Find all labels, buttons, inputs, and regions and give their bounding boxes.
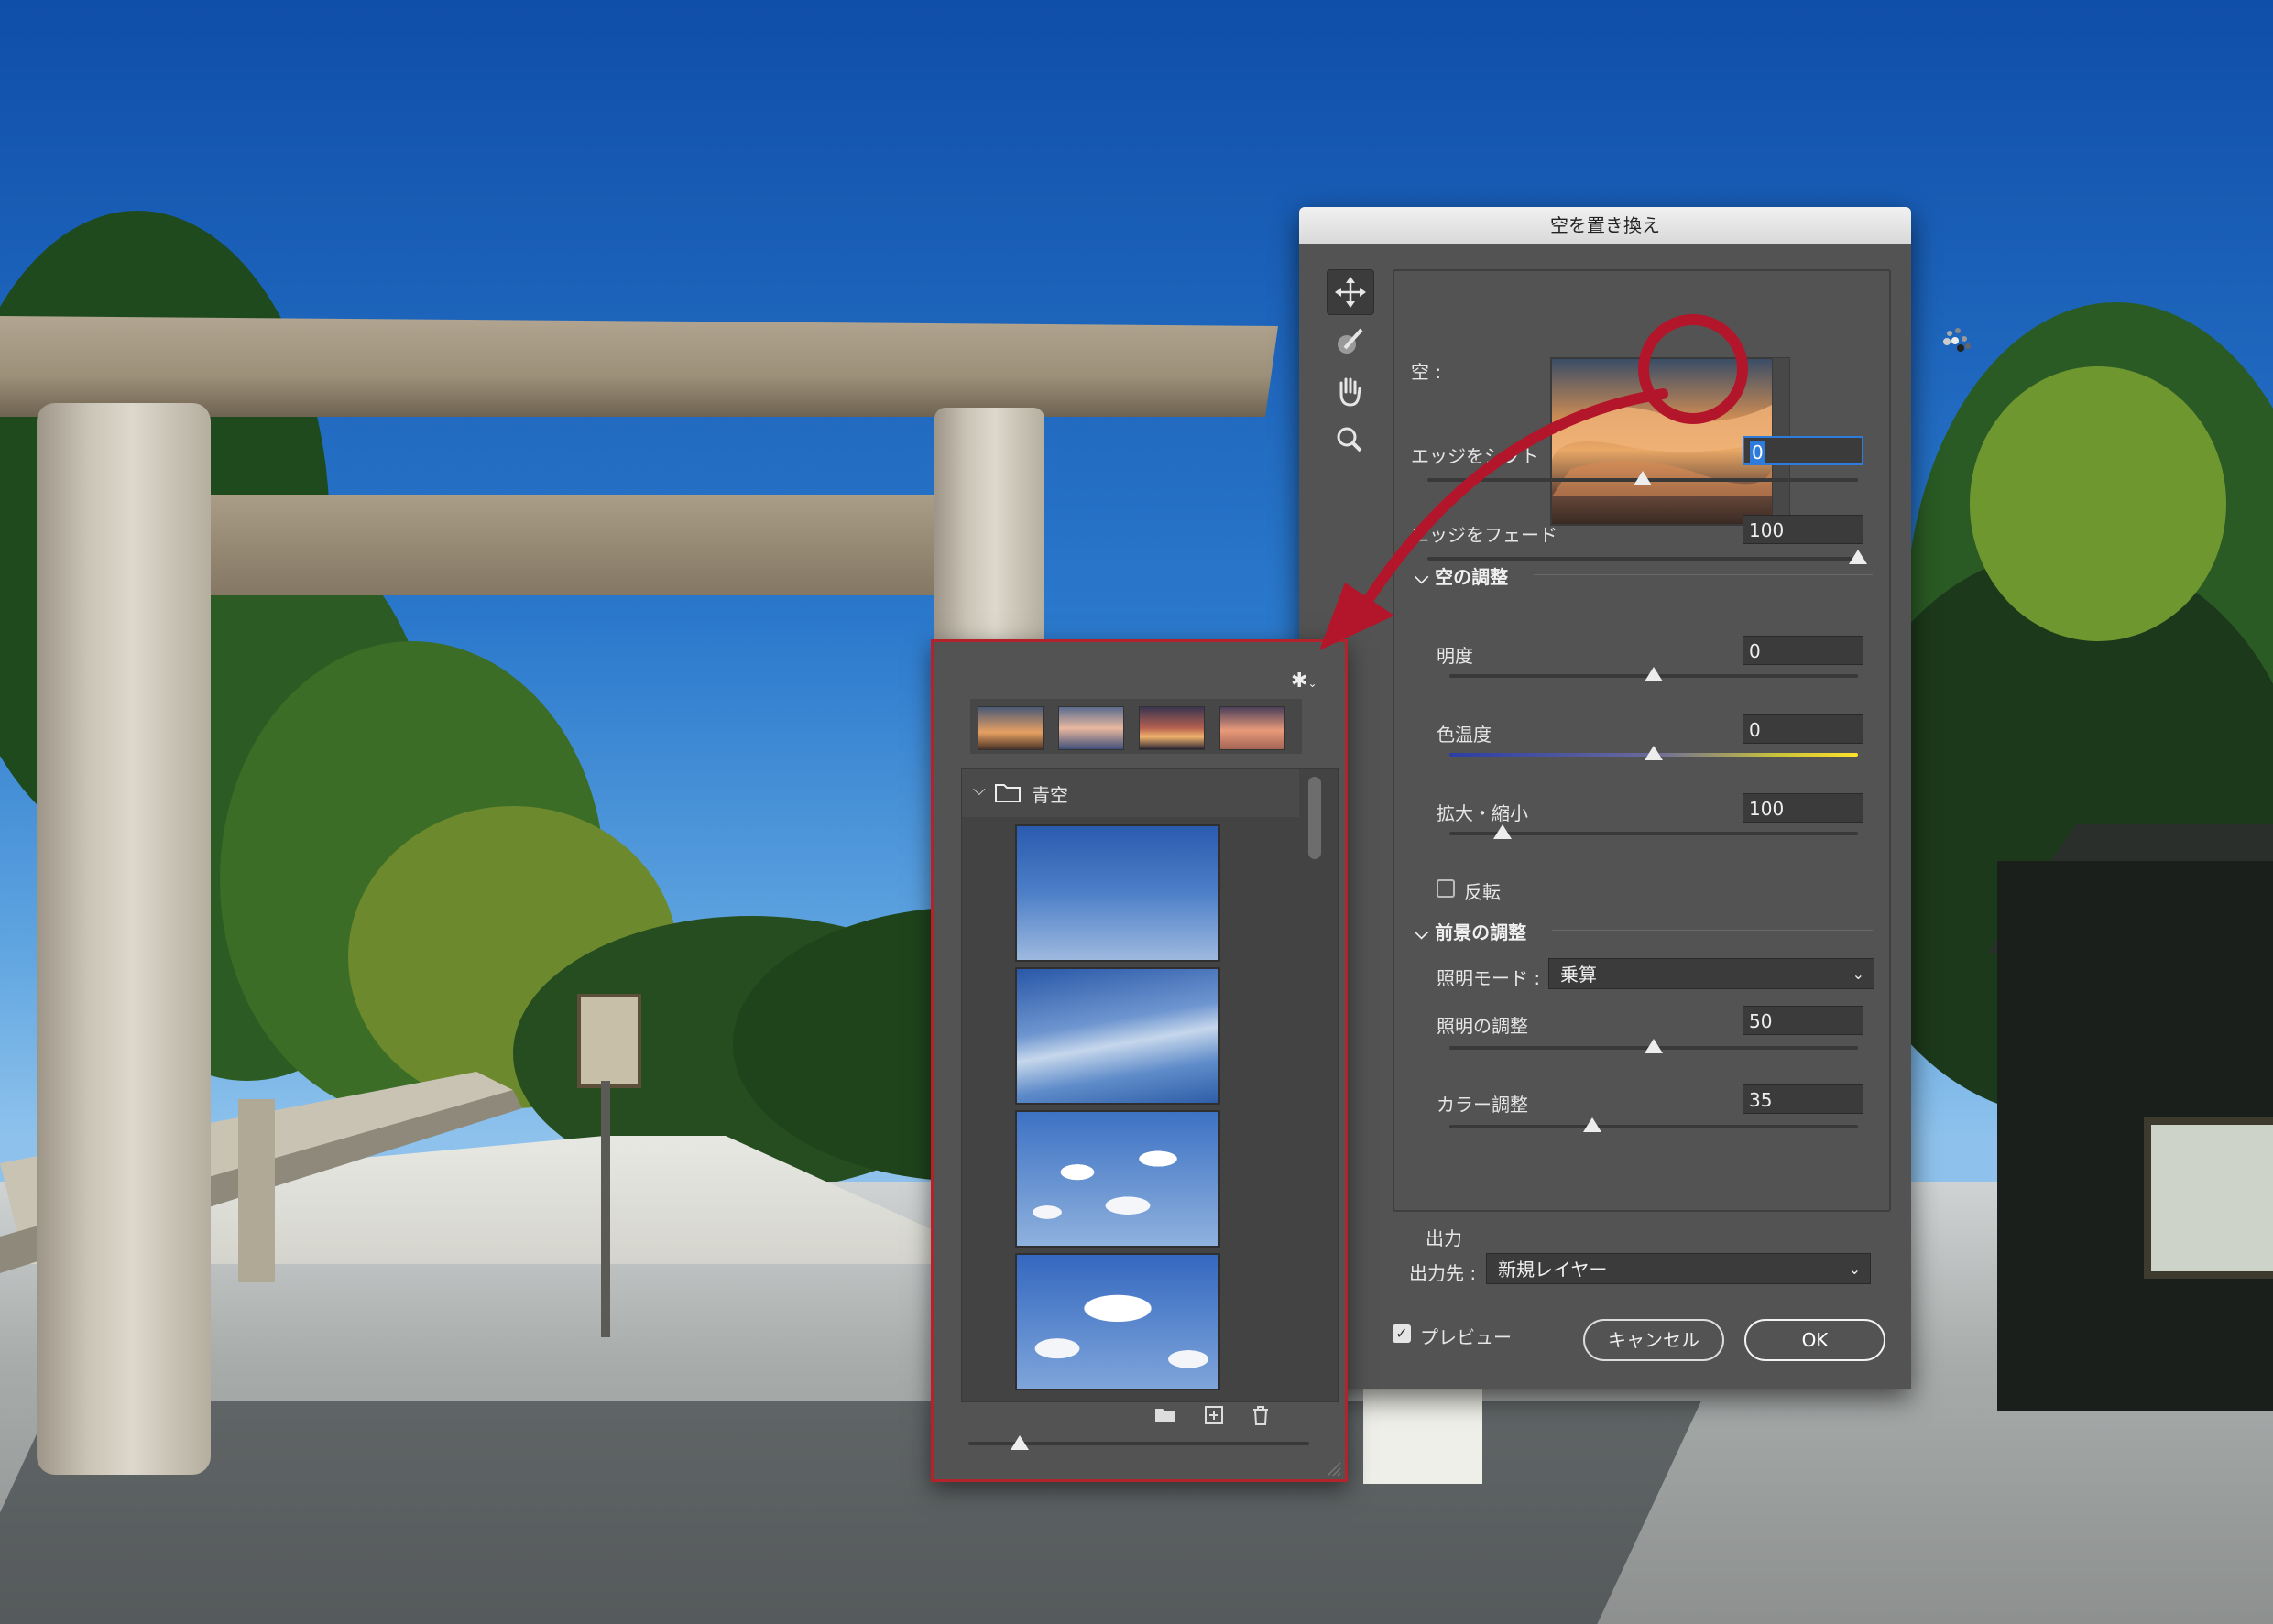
dialog-title: 空を置き換え: [1299, 207, 1911, 244]
recent-sky-thumbnail[interactable]: [1139, 706, 1205, 750]
folder-icon: [995, 784, 1021, 802]
torii-pillar-left: [37, 403, 211, 1475]
temperature-slider-thumb[interactable]: [1645, 746, 1663, 760]
sky-presets-popup: ✱⌄ ⌵ 青空: [931, 639, 1348, 1482]
recent-sky-thumbnail[interactable]: [1219, 706, 1285, 750]
new-item-icon[interactable]: [1203, 1404, 1227, 1426]
flip-label: 反転: [1464, 881, 1501, 903]
output-heading: 出力: [1426, 1227, 1462, 1249]
gear-icon[interactable]: ✱⌄: [1291, 670, 1317, 692]
preview-checkbox[interactable]: ✓: [1393, 1324, 1411, 1343]
brightness-slider-thumb[interactable]: [1645, 667, 1663, 681]
sky-preset-thumbnail[interactable]: [1015, 1110, 1220, 1248]
recent-sky-thumbnail[interactable]: [978, 706, 1044, 750]
scale-slider-thumb[interactable]: [1492, 824, 1512, 839]
recent-skies-strip: [970, 699, 1302, 754]
lighting-mode-select[interactable]: 乗算 ⌄: [1548, 958, 1874, 989]
lighting-adjust-slider-thumb[interactable]: [1645, 1039, 1663, 1053]
recent-sky-thumbnail[interactable]: [1058, 706, 1124, 750]
move-icon[interactable]: [1327, 269, 1374, 315]
ok-button[interactable]: OK: [1744, 1319, 1885, 1361]
chevron-down-icon: ⌵: [1415, 921, 1436, 943]
flip-checkbox[interactable]: [1437, 879, 1455, 898]
sky-preset-list: ⌵ 青空: [961, 768, 1339, 1402]
sign-post-board: [577, 994, 641, 1088]
annotation-circle: [1638, 314, 1748, 424]
output-dest-select[interactable]: 新規レイヤー ⌄: [1486, 1253, 1871, 1284]
sign-post: [601, 1081, 610, 1337]
preview-label: プレビュー: [1420, 1326, 1512, 1348]
divider: [1552, 930, 1873, 931]
folder-row[interactable]: ⌵ 青空: [962, 769, 1299, 817]
chevron-down-icon: ⌄: [1848, 1260, 1861, 1278]
edge-fade-slider-thumb[interactable]: [1849, 550, 1867, 564]
foreground-adjust-heading: 前景の調整: [1435, 921, 1527, 943]
loading-indicator-icon: [1943, 328, 1971, 352]
chevron-down-icon: ⌄: [1852, 965, 1864, 983]
edge-shift-input[interactable]: 0: [1743, 436, 1863, 465]
sky-preset-thumbnail[interactable]: [1015, 967, 1220, 1105]
torii-top-beam: [0, 316, 1278, 417]
scale-input[interactable]: 100: [1743, 793, 1863, 823]
color-adjust-label: カラー調整: [1437, 1094, 1528, 1116]
notice-board: [1363, 1383, 1482, 1484]
sky-preset-thumbnail[interactable]: [1015, 1253, 1220, 1390]
color-adjust-slider-thumb[interactable]: [1583, 1117, 1602, 1132]
lighting-adjust-label: 照明の調整: [1437, 1015, 1528, 1037]
edge-fade-input[interactable]: 100: [1743, 515, 1863, 544]
scrollbar-thumb[interactable]: [1308, 777, 1321, 859]
thumbnail-size-slider-thumb[interactable]: [1010, 1435, 1029, 1450]
foreground-adjust-section-toggle[interactable]: ⌵ 前景の調整: [1415, 918, 1526, 944]
lighting-mode-label: 照明モード :: [1437, 967, 1541, 989]
folder-name: 青空: [1032, 784, 1068, 806]
brightness-input[interactable]: 0: [1743, 636, 1863, 665]
folder-icon[interactable]: [1153, 1404, 1177, 1426]
sky-brush-icon[interactable]: [1327, 319, 1372, 363]
trash-icon[interactable]: [1249, 1404, 1273, 1426]
color-adjust-input[interactable]: 35: [1743, 1084, 1863, 1114]
temperature-input[interactable]: 0: [1743, 714, 1863, 744]
output-dest-label: 出力先 :: [1409, 1262, 1477, 1284]
scale-label: 拡大・縮小: [1437, 802, 1528, 824]
resize-grip-icon[interactable]: [1324, 1459, 1342, 1477]
map-board: [2144, 1117, 2273, 1279]
sky-preset-thumbnail[interactable]: [1015, 824, 1220, 962]
cancel-button[interactable]: キャンセル: [1583, 1319, 1724, 1361]
color-adjust-slider-track[interactable]: [1449, 1125, 1858, 1128]
temperature-label: 色温度: [1437, 724, 1492, 746]
chevron-down-icon: ⌵: [973, 780, 986, 800]
tree: [1970, 366, 2226, 641]
lighting-adjust-input[interactable]: 50: [1743, 1006, 1863, 1035]
torii-cross-beam: [202, 495, 971, 595]
